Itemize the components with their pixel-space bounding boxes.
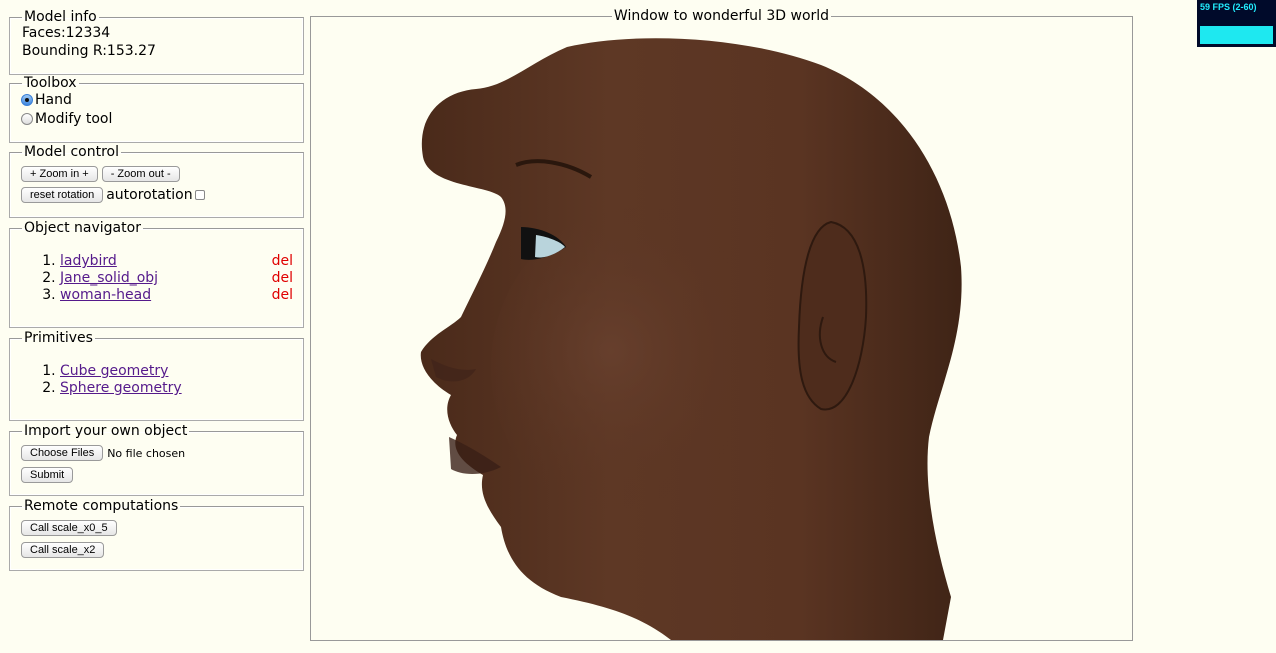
primitives-panel: Primitives Cube geometry Sphere geometry — [9, 331, 304, 421]
bounding-radius: Bounding R:153.27 — [22, 43, 156, 59]
object-item: ladybird del — [60, 253, 303, 270]
choose-files-button[interactable]: Choose Files — [21, 445, 104, 461]
reset-rotation-button[interactable]: reset rotation — [21, 187, 104, 203]
primitive-item: Sphere geometry — [60, 380, 303, 397]
delete-link[interactable]: del — [272, 287, 293, 304]
primitive-item: Cube geometry — [60, 363, 303, 380]
3d-canvas[interactable] — [311, 37, 1132, 653]
hand-radio[interactable] — [21, 93, 33, 106]
zoom-out-button[interactable]: - Zoom out - — [101, 166, 180, 182]
file-status: No file chosen — [107, 446, 186, 460]
object-navigator-legend: Object navigator — [24, 220, 141, 236]
viewport-legend: Window to wonderful 3D world — [613, 8, 830, 24]
model-info-panel: Model info Faces:12334 Bounding R:153.27 — [9, 10, 304, 75]
modify-tool-label: Modify tool — [35, 110, 113, 127]
modify-tool-option[interactable]: Modify tool — [21, 109, 303, 128]
remote-panel: Remote computations Call scale_x0_5 Call… — [9, 499, 304, 571]
object-link-jane-solid-obj[interactable]: Jane_solid_obj — [60, 270, 158, 286]
fps-text: 59 FPS (2-60) — [1200, 2, 1257, 12]
scale-double-button[interactable]: Call scale_x2 — [21, 542, 105, 558]
object-link-woman-head[interactable]: woman-head — [60, 287, 151, 303]
toolbox-panel: Toolbox Hand Modify tool — [9, 76, 304, 143]
hand-label: Hand — [35, 91, 72, 108]
primitives-legend: Primitives — [24, 330, 93, 346]
submit-button[interactable]: Submit — [21, 467, 74, 483]
cube-geometry-link[interactable]: Cube geometry — [60, 363, 168, 379]
object-item: woman-head del — [60, 287, 303, 304]
primitives-list: Cube geometry Sphere geometry — [22, 363, 303, 397]
object-navigator-panel: Object navigator ladybird del Jane_solid_… — [9, 221, 304, 328]
model-control-panel: Model control + Zoom in + - Zoom out - r… — [9, 145, 304, 218]
model-info-legend: Model info — [24, 9, 97, 25]
viewport-panel: Window to wonderful 3D world — [310, 9, 1133, 641]
import-legend: Import your own object — [24, 423, 188, 439]
autorotation-checkbox[interactable] — [194, 190, 205, 200]
autorotation-label: autorotation — [106, 187, 193, 203]
hand-option[interactable]: Hand — [21, 90, 303, 109]
object-link-ladybird[interactable]: ladybird — [60, 253, 117, 269]
import-panel: Import your own object Choose Files No f… — [9, 424, 304, 496]
scale-half-button[interactable]: Call scale_x0_5 — [21, 520, 117, 536]
object-item: Jane_solid_obj del — [60, 270, 303, 287]
delete-link[interactable]: del — [272, 253, 293, 270]
faces-count: Faces:12334 — [22, 25, 111, 41]
object-list: ladybirddel Jane_solid_objdel woman-head… — [22, 253, 303, 304]
modify-tool-radio[interactable] — [21, 112, 33, 125]
sphere-geometry-link[interactable]: Sphere geometry — [60, 380, 182, 396]
fps-meter: 59 FPS (2-60) — [1197, 0, 1276, 47]
toolbox-legend: Toolbox — [24, 75, 77, 91]
fps-graph — [1200, 26, 1273, 44]
remote-legend: Remote computations — [24, 498, 179, 514]
model-control-legend: Model control — [24, 144, 120, 160]
zoom-in-button[interactable]: + Zoom in + — [21, 166, 98, 182]
delete-link[interactable]: del — [272, 270, 293, 287]
